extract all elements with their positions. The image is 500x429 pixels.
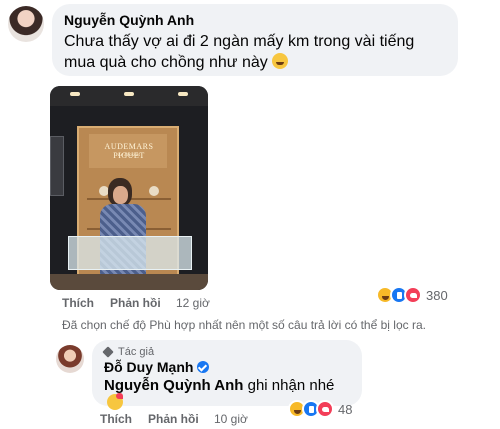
- replier-avatar[interactable]: [56, 345, 84, 373]
- reply-author[interactable]: Đỗ Duy Mạnh: [104, 359, 193, 375]
- ceiling-light: [124, 92, 134, 96]
- reply-timestamp[interactable]: 10 giờ: [214, 412, 248, 426]
- comment-text: Chưa thấy vợ ai đi 2 ngàn mấy km trong v…: [64, 33, 415, 71]
- watch-item: [149, 186, 159, 196]
- reaction-count: 48: [338, 401, 353, 417]
- brand-subtitle: Le Brassus: [117, 153, 141, 158]
- author-tag: Tác giả: [102, 346, 350, 358]
- verified-badge-icon: [197, 361, 210, 373]
- reply-author-row: Đỗ Duy Mạnh: [104, 359, 350, 375]
- reply-like-action[interactable]: Thích: [100, 412, 132, 426]
- glass-display-case: [68, 236, 192, 270]
- reply-bubble: Tác giả Đỗ Duy Mạnh Nguyễn Quỳnh Anh ghi…: [92, 340, 362, 410]
- person-face: [113, 186, 128, 204]
- pencil-icon: [102, 346, 114, 358]
- reaction-count: 380: [426, 287, 448, 303]
- reply-action[interactable]: Phản hồi: [110, 296, 161, 310]
- filter-notice: Đã chọn chế độ Phù hợp nhất nên một số c…: [62, 318, 426, 332]
- mention-link[interactable]: Nguyễn Quỳnh Anh: [104, 377, 243, 394]
- side-display: [50, 136, 64, 196]
- comment-author[interactable]: Nguyễn Quỳnh Anh: [64, 12, 446, 28]
- smiling-face-with-hearts-icon: [107, 393, 123, 410]
- like-action[interactable]: Thích: [62, 296, 94, 310]
- ceiling-light: [70, 92, 80, 96]
- store-floor: [50, 274, 208, 290]
- comment-reactions[interactable]: 380: [376, 286, 448, 304]
- comment-bubble: Nguyễn Quỳnh Anh Chưa thấy vợ ai đi 2 ng…: [52, 4, 458, 76]
- love-icon: [404, 286, 422, 304]
- store-ceiling: [50, 86, 208, 106]
- commenter-avatar[interactable]: [8, 6, 44, 42]
- comment-photo[interactable]: AUDEMARS PIGUET Le Brassus: [50, 86, 208, 290]
- reply-reactions[interactable]: 48: [288, 400, 352, 418]
- comment-timestamp[interactable]: 12 giờ: [176, 296, 210, 310]
- love-icon: [316, 400, 334, 418]
- grinning-face-icon: [272, 53, 289, 69]
- reply-reply-action[interactable]: Phản hồi: [148, 412, 199, 426]
- ceiling-light: [178, 92, 188, 96]
